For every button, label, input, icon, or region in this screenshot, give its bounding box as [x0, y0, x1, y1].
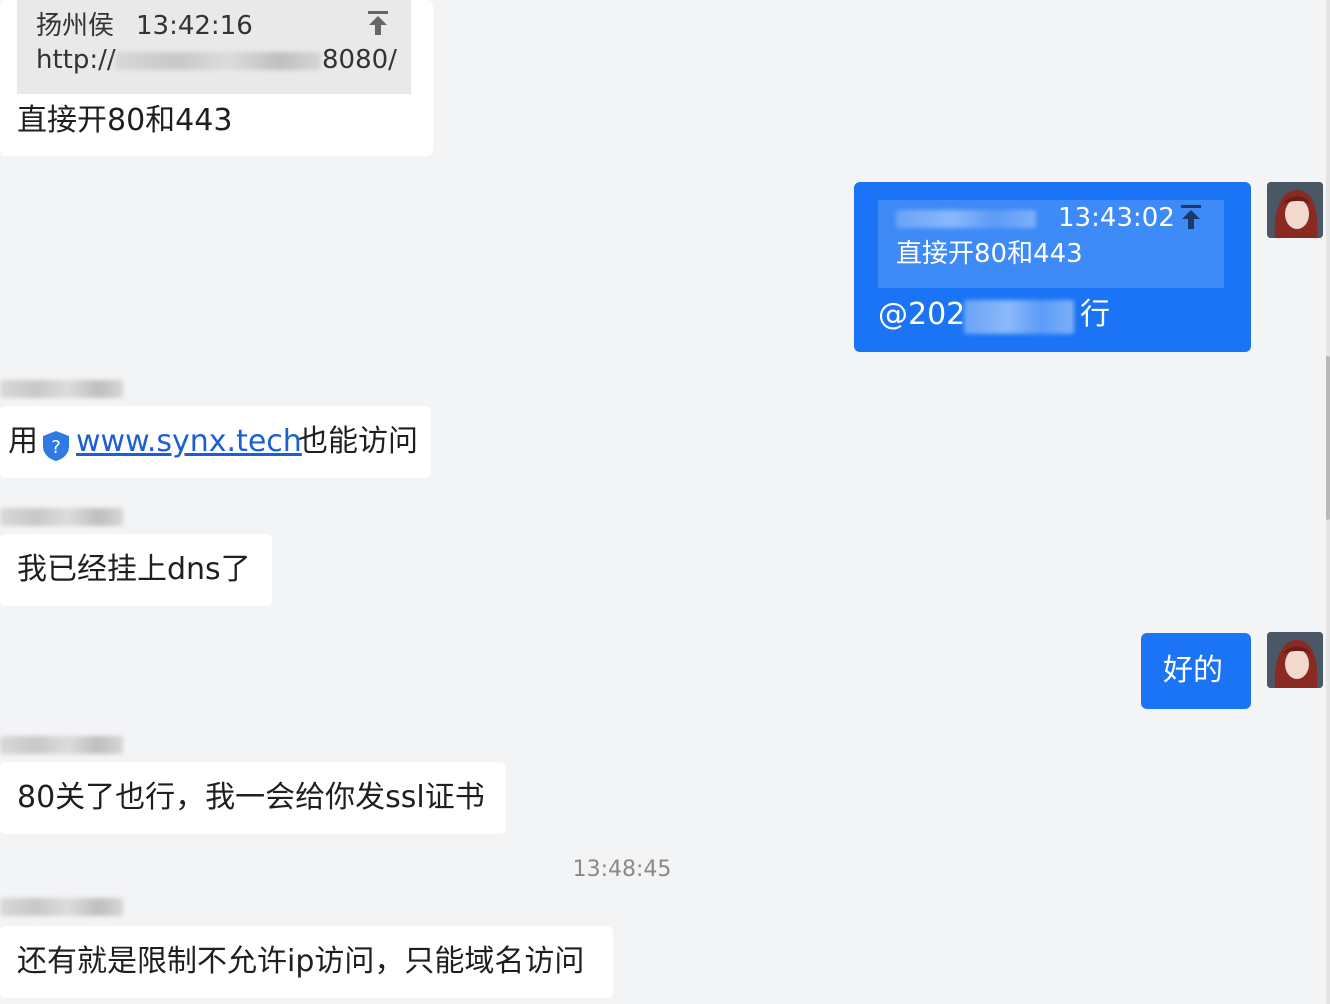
- sender-name: [0, 508, 123, 526]
- message-link[interactable]: www.synx.tech: [76, 423, 302, 461]
- quote-sender: 扬州侯: [36, 11, 115, 41]
- message-bubble-left[interactable]: 还有就是限制不允许ip访问，只能域名访问: [0, 926, 613, 998]
- avatar[interactable]: [1267, 632, 1323, 688]
- message-text: 好的: [1163, 653, 1223, 688]
- message-text-prefix: 用: [8, 424, 38, 459]
- redacted-url: [115, 52, 321, 70]
- sender-name: [0, 898, 123, 916]
- timestamp: 13:48:45: [572, 857, 672, 882]
- quote-time: 13:42:16: [136, 11, 253, 41]
- pin-icon[interactable]: [1180, 202, 1202, 229]
- sender-name: [0, 736, 123, 754]
- svg-text:?: ?: [51, 437, 61, 458]
- redacted-mention: [964, 300, 1074, 334]
- message-text-suffix: 也能访问: [298, 424, 418, 459]
- message-bubble-right[interactable]: 好的: [1141, 633, 1251, 709]
- quote-time: 13:43:02: [1058, 203, 1175, 233]
- quote-text: 直接开80和443: [896, 239, 1083, 269]
- quote-url-suffix: 8080/: [322, 45, 397, 75]
- message-text: 还有就是限制不允许ip访问，只能域名访问: [17, 944, 585, 979]
- message-bubble-right[interactable]: 13:43:02 直接开80和443 @202 行: [854, 182, 1251, 352]
- message-text-prefix: @202: [878, 297, 966, 332]
- quoted-message[interactable]: 扬州侯 13:42:16 http:// 8080/: [17, 0, 411, 94]
- message-text: 直接开80和443: [17, 103, 233, 138]
- redacted-sender: [896, 210, 1036, 228]
- pin-icon[interactable]: [367, 8, 389, 35]
- shield-icon: ?: [42, 430, 70, 462]
- quoted-message[interactable]: 13:43:02 直接开80和443: [878, 200, 1224, 288]
- message-bubble-left[interactable]: 扬州侯 13:42:16 http:// 8080/ 直接开80和443: [0, 0, 433, 156]
- scrollbar-thumb[interactable]: [1326, 356, 1330, 520]
- message-bubble-left[interactable]: 我已经挂上dns了: [0, 534, 272, 606]
- message-bubble-left[interactable]: 用 ? www.synx.tech 也能访问: [0, 406, 431, 478]
- message-text: 80关了也行，我一会给你发ssl证书: [17, 780, 485, 815]
- message-text: 我已经挂上dns了: [17, 552, 251, 587]
- sender-name: [0, 380, 123, 398]
- message-bubble-left[interactable]: 80关了也行，我一会给你发ssl证书: [0, 762, 506, 834]
- chat-area: 扬州侯 13:42:16 http:// 8080/ 直接开80和443 13:…: [0, 0, 1330, 1004]
- scrollbar[interactable]: [1326, 0, 1330, 1004]
- quote-url-prefix: http://: [36, 45, 116, 75]
- avatar[interactable]: [1267, 182, 1323, 238]
- message-text-suffix: 行: [1080, 297, 1110, 332]
